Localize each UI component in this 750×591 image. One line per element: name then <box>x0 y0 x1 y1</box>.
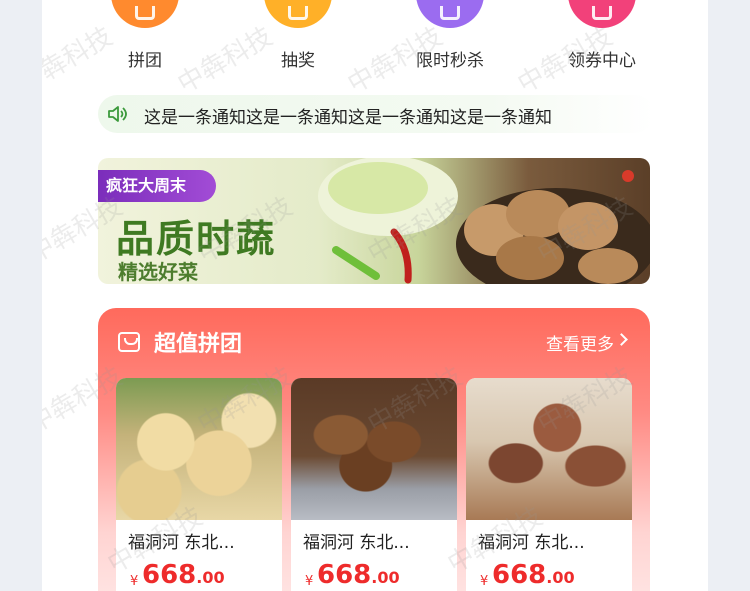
entry-label: 抽奖 <box>281 51 315 71</box>
product-price: 668.00 <box>492 560 575 590</box>
quick-entries: 拼团 抽奖 限时秒杀 领券中心 <box>42 0 708 80</box>
product-name: 福洞河 东北... <box>128 533 235 553</box>
banner-subtitle: 精选好菜 <box>118 260 198 284</box>
promo-banner[interactable]: 疯狂大周末 品质时蔬 精选好菜 <box>98 158 650 284</box>
flash-sale-icon <box>416 0 484 28</box>
product-price: 668.00 <box>142 560 225 590</box>
notice-bar[interactable]: 这是一条通知这是一条通知这是一条通知这是一条通知 <box>98 95 654 133</box>
product-price: 668.00 <box>317 560 400 590</box>
banner-title: 品质时蔬 <box>116 217 277 261</box>
product-image[interactable] <box>116 378 282 520</box>
product-name: 福洞河 东北... <box>478 533 585 553</box>
price-integer: 668 <box>492 560 547 590</box>
price-decimal: .00 <box>196 568 225 587</box>
price-integer: 668 <box>142 560 197 590</box>
product-card[interactable]: 福洞河 东北... ¥ 668.00 <box>291 378 457 591</box>
price-integer: 668 <box>317 560 372 590</box>
price-currency: ¥ <box>480 574 489 589</box>
coupon-center-icon <box>568 0 636 28</box>
shopping-bag-icon <box>118 332 140 352</box>
price-currency: ¥ <box>130 574 139 589</box>
product-image[interactable] <box>291 378 457 520</box>
price-decimal: .00 <box>371 568 400 587</box>
app-page: 拼团 抽奖 限时秒杀 领券中心 这是一条通知这是一条通知这是一条通知这是一条通知 <box>42 0 708 591</box>
banner-vegetables-image <box>318 158 650 284</box>
view-more-link[interactable]: 查看更多 <box>546 330 614 355</box>
product-card[interactable]: 福洞河 东北... ¥ 668.00 <box>466 378 632 591</box>
price-decimal: .00 <box>546 568 575 587</box>
notice-text: 这是一条通知这是一条通知这是一条通知这是一条通知 <box>144 108 552 128</box>
lottery-gift-icon <box>264 0 332 28</box>
entry-label: 限时秒杀 <box>416 51 484 71</box>
entry-label: 领券中心 <box>568 51 636 71</box>
speaker-icon <box>108 106 127 122</box>
price-currency: ¥ <box>305 574 314 589</box>
section-title: 超值拼团 <box>154 332 243 357</box>
product-name: 福洞河 东北... <box>303 533 410 553</box>
group-buy-icon <box>111 0 179 28</box>
chevron-right-icon[interactable] <box>615 333 628 346</box>
banner-tag: 疯狂大周末 <box>98 170 216 202</box>
product-card[interactable]: 福洞河 东北... ¥ 668.00 <box>116 378 282 591</box>
entry-label: 拼团 <box>128 51 162 71</box>
product-image[interactable] <box>466 378 632 520</box>
group-buy-section: 超值拼团 查看更多 福洞河 东北... ¥ 668.00 福洞河 东北... ¥… <box>98 308 650 591</box>
